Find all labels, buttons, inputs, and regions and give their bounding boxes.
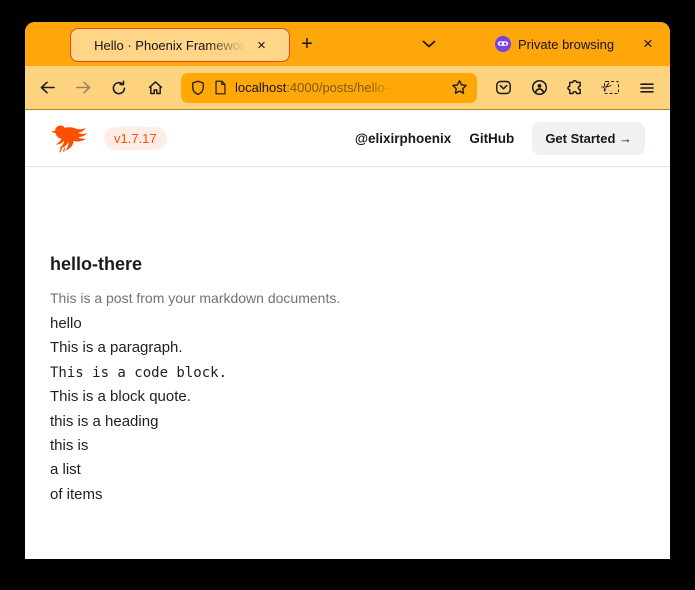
screenshot-button[interactable]: ✂ bbox=[597, 74, 625, 102]
post-code-block: This is a code block. bbox=[50, 361, 645, 385]
url-text[interactable]: localhost:4000/posts/hello-t bbox=[235, 80, 393, 95]
home-button[interactable] bbox=[141, 74, 169, 102]
back-arrow-icon bbox=[39, 80, 56, 95]
tab-bar: Hello · Phoenix Framework × + Private br… bbox=[25, 22, 670, 66]
scissors-icon: ✂ bbox=[598, 78, 616, 97]
post-block-quote: This is a block quote. bbox=[50, 385, 645, 409]
extensions-button[interactable] bbox=[561, 74, 589, 102]
pocket-icon bbox=[495, 79, 512, 96]
forward-arrow-icon bbox=[75, 80, 92, 95]
star-icon bbox=[451, 79, 468, 96]
post-subtitle: This is a post from your markdown docume… bbox=[50, 289, 645, 308]
puzzle-icon bbox=[567, 79, 584, 96]
post-title: hello-there bbox=[50, 251, 645, 277]
article: hello-there This is a post from your mar… bbox=[25, 167, 670, 507]
account-button[interactable] bbox=[525, 74, 553, 102]
account-icon bbox=[531, 79, 548, 96]
browser-window: Hello · Phoenix Framework × + Private br… bbox=[25, 22, 670, 559]
post-list-item: a list bbox=[50, 458, 645, 482]
post-heading: this is a heading bbox=[50, 410, 645, 434]
browser-tab[interactable]: Hello · Phoenix Framework × bbox=[70, 28, 290, 62]
shield-icon bbox=[190, 80, 206, 96]
twitter-link[interactable]: @elixirphoenix bbox=[355, 131, 451, 146]
phoenix-logo[interactable] bbox=[50, 123, 92, 154]
url-host: localhost bbox=[235, 80, 286, 95]
hamburger-icon bbox=[639, 80, 655, 96]
new-tab-button[interactable]: + bbox=[293, 30, 321, 58]
get-started-button[interactable]: Get Started → bbox=[532, 122, 645, 155]
private-mask-icon bbox=[495, 36, 511, 52]
back-button[interactable] bbox=[33, 74, 61, 102]
post-list-item: of items bbox=[50, 483, 645, 507]
window-close-button[interactable]: × bbox=[634, 30, 662, 58]
reload-icon bbox=[111, 80, 127, 96]
header-nav: @elixirphoenix GitHub Get Started → bbox=[355, 122, 645, 155]
page-content: v1.7.17 @elixirphoenix GitHub Get Starte… bbox=[25, 110, 670, 559]
post-line: hello bbox=[50, 312, 645, 336]
version-badge: v1.7.17 bbox=[104, 127, 167, 150]
bookmark-button[interactable] bbox=[451, 79, 468, 96]
home-icon bbox=[147, 79, 164, 96]
post-body: hello This is a paragraph. This is a cod… bbox=[50, 312, 645, 507]
private-browsing-label: Private browsing bbox=[518, 37, 614, 52]
screenshot-icon: ✂ bbox=[604, 81, 619, 94]
post-list-item: this is bbox=[50, 434, 645, 458]
pocket-button[interactable] bbox=[489, 74, 517, 102]
tab-close-icon[interactable]: × bbox=[257, 38, 266, 53]
toolbar-right-icons: ✂ bbox=[489, 74, 661, 102]
list-tabs-button[interactable] bbox=[415, 30, 443, 58]
chevron-down-icon bbox=[422, 40, 436, 48]
reload-button[interactable] bbox=[105, 74, 133, 102]
desktop-background: Hello · Phoenix Framework × + Private br… bbox=[0, 0, 695, 590]
forward-button[interactable] bbox=[69, 74, 97, 102]
menu-button[interactable] bbox=[633, 74, 661, 102]
navigation-toolbar: localhost:4000/posts/hello-t ✂ bbox=[25, 66, 670, 110]
tab-title: Hello · Phoenix Framework bbox=[94, 38, 250, 53]
post-paragraph: This is a paragraph. bbox=[50, 336, 645, 360]
url-bar[interactable]: localhost:4000/posts/hello-t bbox=[181, 73, 477, 103]
page-info-icon bbox=[214, 80, 227, 95]
github-link[interactable]: GitHub bbox=[469, 131, 514, 146]
private-browsing-indicator: Private browsing bbox=[495, 22, 614, 66]
url-path: :4000/posts/hello-t bbox=[286, 80, 392, 95]
site-header: v1.7.17 @elixirphoenix GitHub Get Starte… bbox=[25, 110, 670, 167]
